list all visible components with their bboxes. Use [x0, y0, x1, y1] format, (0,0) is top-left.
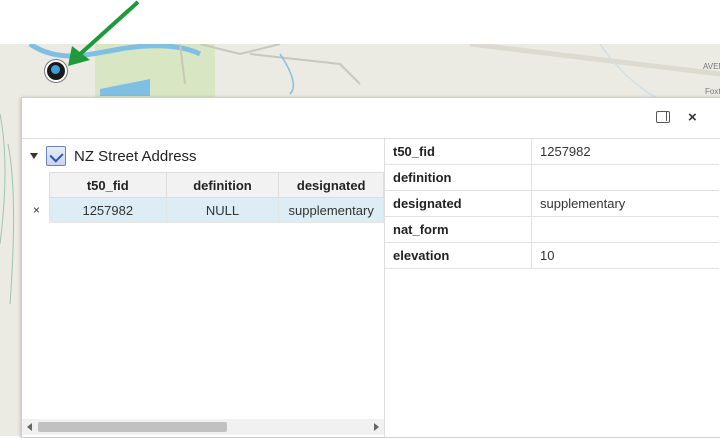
green-arrow-annotation [68, 0, 140, 66]
column-header[interactable]: designated [278, 172, 384, 198]
attribute-table: t50_fid definition designated 1257982 NU… [49, 172, 384, 223]
property-value [531, 216, 719, 243]
property-value: 1257982 [531, 139, 719, 165]
layer-icon [46, 146, 66, 166]
remove-row-icon[interactable]: × [33, 203, 40, 217]
table-header-row: t50_fid definition designated [49, 172, 384, 198]
column-header[interactable]: t50_fid [49, 172, 167, 198]
property-value: supplementary [531, 190, 719, 217]
chevron-down-icon[interactable] [30, 153, 38, 159]
property-row: t50_fid 1257982 [385, 139, 719, 165]
map-point-marker-icon[interactable] [45, 60, 67, 82]
properties-table: t50_fid 1257982 definition designated su… [385, 139, 719, 269]
map-label: AVEN [703, 62, 720, 71]
property-key: elevation [385, 242, 532, 269]
property-value [531, 164, 719, 191]
table-cell: 1257982 [49, 197, 167, 223]
table-row[interactable]: 1257982 NULL supplementary [49, 197, 384, 223]
property-key: nat_form [385, 216, 532, 243]
scroll-left-icon[interactable] [27, 423, 32, 431]
dock-panel-icon[interactable] [656, 111, 670, 123]
property-row: nat_form [385, 216, 719, 243]
property-key: t50_fid [385, 139, 532, 165]
scroll-right-icon[interactable] [374, 423, 379, 431]
property-row: designated supplementary [385, 190, 719, 217]
property-row: definition [385, 164, 719, 191]
property-row: elevation 10 [385, 242, 719, 269]
close-icon[interactable]: × [688, 109, 697, 126]
results-panel: NZ Street Address t50_fid definition des… [22, 139, 385, 437]
layer-header[interactable]: NZ Street Address [30, 145, 197, 167]
popup-header: × [22, 98, 720, 139]
scrollbar-thumb[interactable] [38, 422, 227, 432]
horizontal-scrollbar[interactable] [22, 419, 384, 435]
property-key: designated [385, 190, 532, 217]
identify-popup: × NZ Street Address t50_fid definition d… [21, 97, 720, 438]
table-cell: NULL [165, 197, 280, 223]
property-value: 10 [531, 242, 719, 269]
column-header[interactable]: definition [165, 172, 280, 198]
feature-properties-panel: t50_fid 1257982 definition designated su… [385, 139, 720, 269]
layer-title: NZ Street Address [74, 147, 197, 165]
table-cell: supplementary [278, 197, 384, 223]
property-key: definition [385, 164, 532, 191]
map-label: Foxt [705, 87, 720, 96]
